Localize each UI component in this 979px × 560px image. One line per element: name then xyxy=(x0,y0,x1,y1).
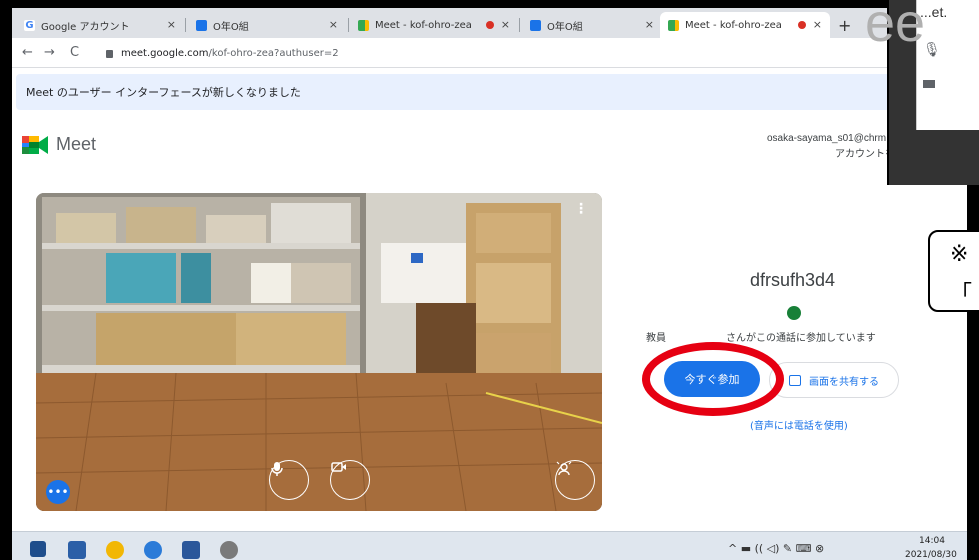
meet-icon xyxy=(668,19,679,31)
camera-icon xyxy=(331,462,346,472)
tab-label: O年O組 xyxy=(547,21,583,33)
tab-label: O年O組 xyxy=(213,21,249,33)
meet-title: Meet xyxy=(56,134,97,154)
tab-label: Google アカウント xyxy=(41,21,130,33)
effects-icon xyxy=(556,461,572,476)
url-field[interactable]: meet.google.com /kof-ohro-zea?authuser=2 xyxy=(106,44,806,62)
tab-meet-active[interactable]: Meet - kof-ohro-zea × xyxy=(660,12,830,38)
tab-label: Meet - kof-ohro-zea xyxy=(685,19,782,31)
more-actions-button[interactable]: ••• xyxy=(46,480,70,504)
inset-watermark-text: ee xyxy=(865,0,926,53)
tab-classroom-1[interactable]: O年O組 × xyxy=(188,12,346,38)
classroom-icon xyxy=(196,19,207,31)
visual-effects-button[interactable] xyxy=(555,460,595,500)
screen: G Google アカウント × O年O組 × Meet - kof-ohro-… xyxy=(0,0,979,560)
meet-icon xyxy=(358,19,369,31)
recording-icon xyxy=(798,21,806,29)
callout-mark: ※ xyxy=(950,242,969,267)
browser-icon[interactable] xyxy=(144,541,162,559)
meeting-code: dfrsufh3d4 xyxy=(750,270,836,290)
windows-taskbar: ^ ▬ (( ◁) ✎ ⌨ ⊗ 14:04 2021/08/30 xyxy=(12,531,967,560)
annotation-highlight-circle xyxy=(642,342,784,416)
clock-time[interactable]: 14:04 xyxy=(919,536,945,546)
file-explorer-icon[interactable] xyxy=(68,541,86,559)
mic-icon: 🎙︎ xyxy=(923,42,941,58)
more-options-icon[interactable]: ⋮ xyxy=(574,201,588,217)
account-email: osaka-sayama_s01@chrm.u xyxy=(767,133,895,144)
tab-meet-1[interactable]: Meet - kof-ohro-zea × xyxy=(350,12,518,38)
chrome-icon[interactable] xyxy=(106,541,124,559)
forward-button[interactable]: → xyxy=(44,45,55,60)
inset-content: ...et. 🎙︎ xyxy=(916,0,979,130)
tab-separator xyxy=(185,18,186,32)
close-icon[interactable]: × xyxy=(501,18,510,31)
mic-icon xyxy=(271,462,283,476)
tab-separator xyxy=(519,18,520,32)
mic-button[interactable] xyxy=(269,460,309,500)
new-tab-button[interactable]: + xyxy=(838,16,851,35)
account-switch-link[interactable]: アカウントを xyxy=(835,145,895,160)
tab-label: Meet - kof-ohro-zea xyxy=(375,19,472,31)
classroom-icon xyxy=(530,19,541,31)
tab-google-account[interactable]: G Google アカウント × xyxy=(16,12,184,38)
tab-separator xyxy=(348,18,349,32)
close-icon[interactable]: × xyxy=(645,18,654,31)
present-label: 画面を共有する xyxy=(809,376,879,388)
back-button[interactable]: ← xyxy=(22,45,33,60)
participant-status: 教員 さんがこの通話に参加しています xyxy=(646,333,876,344)
present-screen-icon xyxy=(789,374,801,386)
participant-avatar xyxy=(787,306,801,320)
inset-zoom-panel: ...et. 🎙︎ ee xyxy=(865,0,979,185)
banner-text: Meet のユーザー インターフェースが新しくなりました xyxy=(26,86,301,99)
tab-classroom-2[interactable]: O年O組 × xyxy=(522,12,662,38)
close-icon[interactable]: × xyxy=(329,18,338,31)
tab-bar: G Google アカウント × O年O組 × Meet - kof-ohro-… xyxy=(12,8,967,38)
callout-quote: 「 xyxy=(950,282,973,307)
lock-icon xyxy=(106,50,113,58)
system-tray[interactable]: ^ ▬ (( ◁) ✎ ⌨ ⊗ xyxy=(728,542,824,555)
meet-logo-icon xyxy=(22,136,48,154)
video-preview: ⋮ ••• xyxy=(36,193,602,511)
camera-view-image xyxy=(36,193,602,511)
present-button[interactable]: 画面を共有する xyxy=(769,362,899,398)
clock-date[interactable]: 2021/08/30 xyxy=(905,550,957,560)
annotation-callout: ※ 「 xyxy=(928,230,979,312)
google-icon: G xyxy=(24,19,35,31)
windows-start-icon[interactable] xyxy=(30,541,46,557)
use-phone-audio-link[interactable]: (音声には電話を使用) xyxy=(750,417,848,432)
url-host: meet.google.com xyxy=(121,47,209,59)
ui-update-banner: Meet のユーザー インターフェースが新しくなりました xyxy=(16,74,967,110)
address-bar: ← → C meet.google.com /kof-ohro-zea?auth… xyxy=(12,38,967,68)
paint-icon[interactable] xyxy=(220,541,238,559)
close-icon[interactable]: × xyxy=(167,18,176,31)
camera-icon xyxy=(923,80,935,88)
word-icon[interactable] xyxy=(182,541,200,559)
recording-icon xyxy=(486,21,494,29)
close-icon[interactable]: × xyxy=(813,18,822,31)
url-path: /kof-ohro-zea?authuser=2 xyxy=(208,47,339,59)
camera-button[interactable] xyxy=(330,460,370,500)
reload-button[interactable]: C xyxy=(70,45,79,60)
